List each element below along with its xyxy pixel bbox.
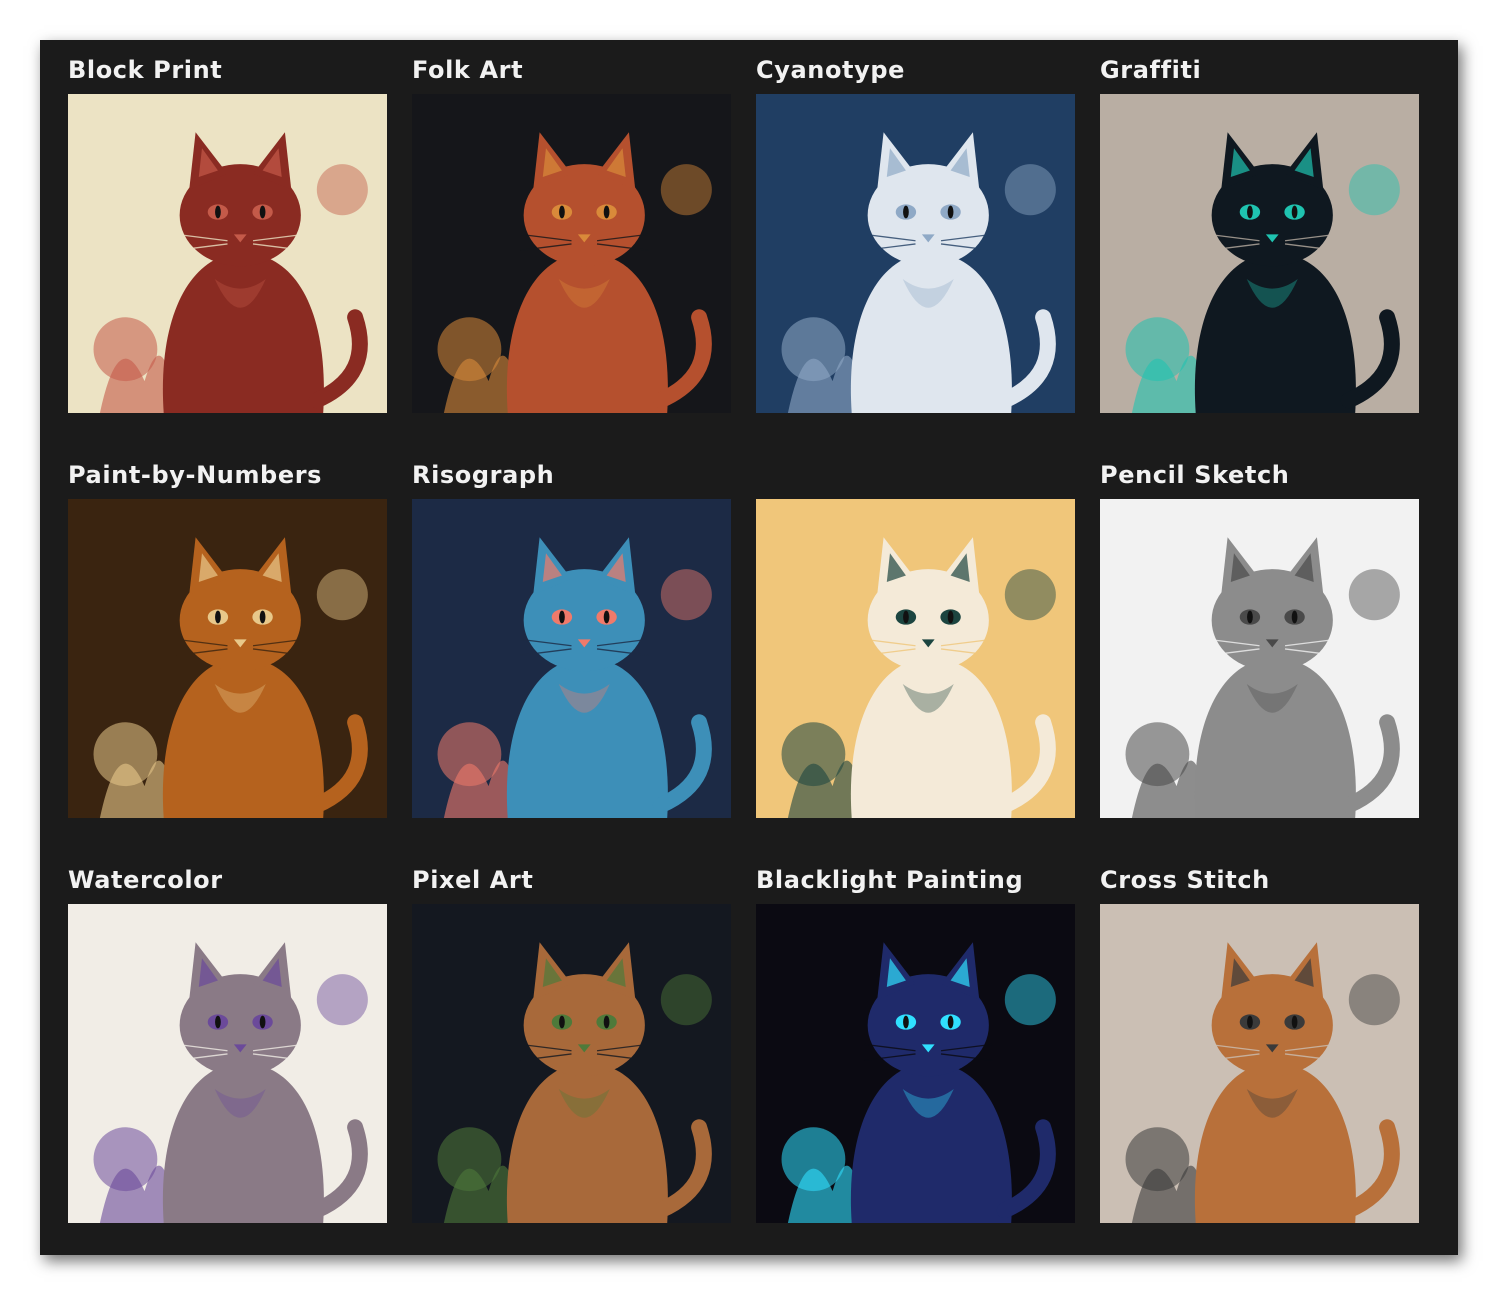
tile-title <box>756 459 1075 499</box>
cat-illustration <box>68 94 387 413</box>
cat-image[interactable] <box>68 904 387 1223</box>
tile-pencil-sketch[interactable]: Pencil Sketch <box>1100 459 1419 832</box>
cat-illustration <box>412 499 731 818</box>
tile-risograph[interactable]: Risograph <box>412 459 731 832</box>
cat-illustration <box>756 904 1075 1223</box>
cat-illustration <box>1100 499 1419 818</box>
cat-illustration <box>68 499 387 818</box>
tile-title: Cross Stitch <box>1100 866 1270 894</box>
cat-image[interactable] <box>756 499 1075 818</box>
cat-image[interactable] <box>756 94 1075 413</box>
tile-watercolor[interactable]: Watercolor <box>68 864 387 1237</box>
tile-graffiti[interactable]: Graffiti <box>1100 54 1419 427</box>
tile-block-print[interactable]: Block Print <box>68 54 387 427</box>
cat-image[interactable] <box>412 499 731 818</box>
gallery-panel: Block Print Folk Art Cyanotype Graffiti … <box>40 40 1458 1255</box>
tile-title: Watercolor <box>68 866 223 894</box>
cat-illustration <box>412 904 731 1223</box>
style-grid: Block Print Folk Art Cyanotype Graffiti … <box>68 54 1419 1237</box>
tile-title: Pixel Art <box>412 866 534 894</box>
cat-image[interactable] <box>1100 94 1419 413</box>
tile-title: Risograph <box>412 461 555 489</box>
tile-title: Block Print <box>68 56 223 84</box>
cat-illustration <box>756 499 1075 818</box>
tile-pixel-art[interactable]: Pixel Art <box>412 864 731 1237</box>
tile-title: Paint-by-Numbers <box>68 461 323 489</box>
tile-cyanotype[interactable]: Cyanotype <box>756 54 1075 427</box>
cat-illustration <box>1100 904 1419 1223</box>
tile-title: Cyanotype <box>756 56 906 84</box>
tile-paint-by-numbers[interactable]: Paint-by-Numbers <box>68 459 387 832</box>
cat-illustration <box>756 94 1075 413</box>
cat-image[interactable] <box>756 904 1075 1223</box>
cat-image[interactable] <box>68 499 387 818</box>
cat-image[interactable] <box>412 904 731 1223</box>
tile-title: Graffiti <box>1100 56 1202 84</box>
tile-title: Blacklight Painting <box>756 866 1024 894</box>
tile-title: Pencil Sketch <box>1100 461 1290 489</box>
tile-title: Folk Art <box>412 56 524 84</box>
cat-illustration <box>1100 94 1419 413</box>
tile-ukiyo-e[interactable] <box>756 459 1075 832</box>
cat-image[interactable] <box>1100 904 1419 1223</box>
cat-image[interactable] <box>412 94 731 413</box>
cat-image[interactable] <box>1100 499 1419 818</box>
cat-image[interactable] <box>68 94 387 413</box>
cat-illustration <box>412 94 731 413</box>
tile-folk-art[interactable]: Folk Art <box>412 54 731 427</box>
tile-blacklight-painting[interactable]: Blacklight Painting <box>756 864 1075 1237</box>
cat-illustration <box>68 904 387 1223</box>
tile-cross-stitch[interactable]: Cross Stitch <box>1100 864 1419 1237</box>
